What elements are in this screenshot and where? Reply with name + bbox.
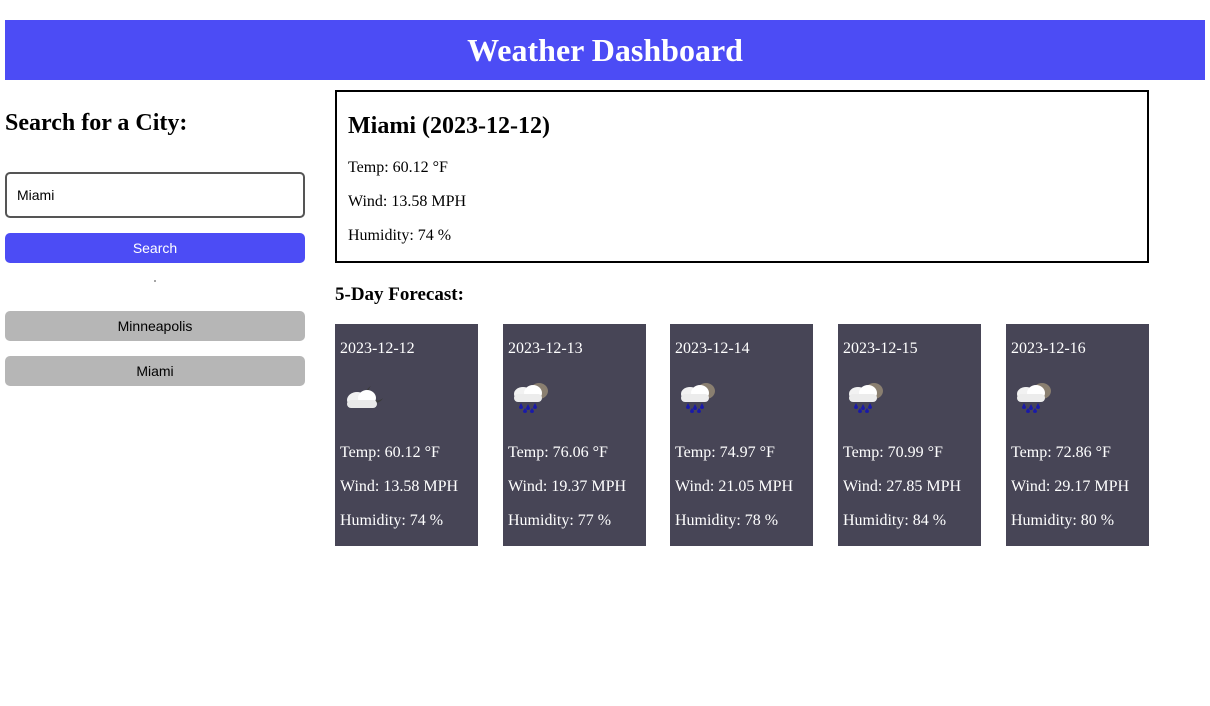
current-wind: Wind: 13.58 MPH xyxy=(348,193,467,210)
search-heading: Search for a City: xyxy=(5,110,188,136)
forecast-card: 2023-12-16 Temp: 72.86 °F Wind: 29.17 MP… xyxy=(1006,324,1149,546)
rain-cloud-icon xyxy=(681,383,715,413)
forecast-title: 5-Day Forecast: xyxy=(335,284,464,305)
forecast-wind: Wind: 19.37 MPH xyxy=(508,478,627,495)
forecast-date: 2023-12-15 xyxy=(843,340,918,357)
forecast-card: 2023-12-14 Temp: 74.97 °F Wind: 21.05 MP… xyxy=(670,324,813,546)
search-history: Minneapolis Miami xyxy=(5,311,305,401)
search-button[interactable]: Search xyxy=(5,233,305,263)
forecast-wind: Wind: 27.85 MPH xyxy=(843,478,962,495)
forecast-wind: Wind: 29.17 MPH xyxy=(1011,478,1130,495)
forecast-wind: Wind: 13.58 MPH xyxy=(340,478,459,495)
city-search-input[interactable] xyxy=(5,172,305,218)
current-humidity: Humidity: 74 % xyxy=(348,227,452,244)
forecast-date: 2023-12-12 xyxy=(340,340,415,357)
forecast-card: 2023-12-12 Temp: 60.12 °F Wind: 13.58 MP… xyxy=(335,324,478,546)
forecast-humidity: Humidity: 77 % xyxy=(508,512,612,529)
forecast-temp: Temp: 70.99 °F xyxy=(843,444,943,461)
rain-cloud-icon xyxy=(849,383,883,413)
forecast-date: 2023-12-16 xyxy=(1011,340,1086,357)
rain-cloud-icon xyxy=(514,383,548,413)
forecast-temp: Temp: 60.12 °F xyxy=(340,444,440,461)
history-button-minneapolis[interactable]: Minneapolis xyxy=(5,311,305,341)
forecast-humidity: Humidity: 84 % xyxy=(843,512,947,529)
forecast-humidity: Humidity: 74 % xyxy=(340,512,444,529)
forecast-wind: Wind: 21.05 MPH xyxy=(675,478,794,495)
current-weather-panel: Miami (2023-12-12) Temp: 60.12 °F Wind: … xyxy=(335,90,1149,263)
current-temp: Temp: 60.12 °F xyxy=(348,159,448,176)
forecast-date: 2023-12-13 xyxy=(508,340,583,357)
app: Weather Dashboard Search for a City: Sea… xyxy=(0,0,1210,706)
partly-cloudy-night-icon xyxy=(347,386,383,408)
current-city-title: Miami (2023-12-12) xyxy=(348,113,550,139)
forecast-card: 2023-12-13 Temp: 76.06 °F Wind: 19.37 MP… xyxy=(503,324,646,546)
forecast-humidity: Humidity: 78 % xyxy=(675,512,779,529)
page-title: Weather Dashboard xyxy=(467,31,743,68)
forecast-humidity: Humidity: 80 % xyxy=(1011,512,1115,529)
forecast-card: 2023-12-15 Temp: 70.99 °F Wind: 27.85 MP… xyxy=(838,324,981,546)
history-button-miami[interactable]: Miami xyxy=(5,356,305,386)
forecast-date: 2023-12-14 xyxy=(675,340,750,357)
forecast-list: 2023-12-12 Temp: 60.12 °F Wind: 13.58 MP… xyxy=(335,324,1149,546)
divider xyxy=(154,280,156,282)
forecast-temp: Temp: 72.86 °F xyxy=(1011,444,1111,461)
rain-cloud-icon xyxy=(1017,383,1051,413)
forecast-temp: Temp: 74.97 °F xyxy=(675,444,775,461)
page-header: Weather Dashboard xyxy=(5,20,1205,80)
forecast-temp: Temp: 76.06 °F xyxy=(508,444,608,461)
